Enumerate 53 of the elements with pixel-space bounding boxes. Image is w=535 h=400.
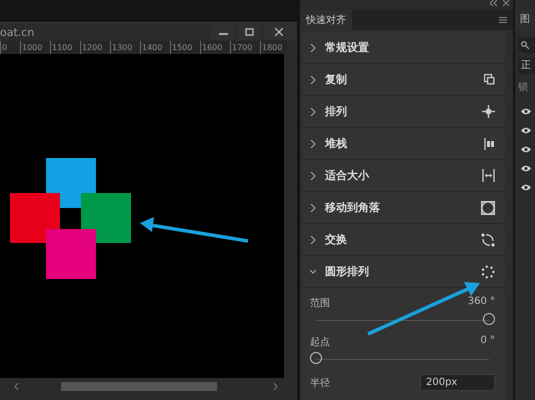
chevron-icon <box>310 236 316 244</box>
search-icon <box>521 41 529 49</box>
chevron-icon <box>310 44 316 52</box>
setting-label: 范围 <box>310 296 330 310</box>
section-header[interactable]: 移动到角落 <box>302 192 505 224</box>
setting-label: 半径 <box>310 376 330 390</box>
minimize-button[interactable] <box>211 24 235 40</box>
section-header[interactable]: 常规设置 <box>302 32 505 64</box>
stack-icon <box>484 138 495 150</box>
chevron-icon <box>310 76 316 84</box>
maximize-icon <box>244 28 254 36</box>
chevron-icon <box>310 204 316 212</box>
chevron-icon <box>310 108 316 116</box>
section-header[interactable]: 圆形排列 <box>302 256 505 288</box>
document-title: oat.cn <box>0 26 34 38</box>
swap-icon <box>481 232 495 246</box>
chevron-icon <box>310 268 316 276</box>
chevron-icon <box>310 140 316 148</box>
setting-label: 起点 <box>310 336 330 349</box>
eye-icon[interactable] <box>521 146 531 153</box>
eye-icon[interactable] <box>521 108 531 115</box>
setting-reading: 0 ° <box>480 335 495 348</box>
collapse-icon[interactable] <box>490 0 497 6</box>
blend-mode-select[interactable]: 正 <box>518 58 535 74</box>
slider-thumb[interactable] <box>310 352 322 364</box>
close-icon[interactable] <box>503 0 509 6</box>
search-field[interactable] <box>518 37 535 53</box>
crosshair-icon <box>482 105 495 118</box>
menu-icon[interactable] <box>499 17 507 23</box>
slider-thumb[interactable] <box>483 313 495 325</box>
scrollbar-thumb[interactable] <box>61 382 217 390</box>
section-header[interactable]: 复制 <box>302 64 505 96</box>
corners-icon <box>481 200 495 214</box>
maximize-button[interactable] <box>237 24 261 40</box>
scroll-right-icon[interactable] <box>273 382 278 390</box>
setting-reading: 360 ° <box>468 296 495 309</box>
copy-icon <box>484 74 495 85</box>
circle-dots-icon <box>481 264 495 278</box>
eye-icon[interactable] <box>521 165 531 172</box>
close-button[interactable] <box>263 24 295 40</box>
panel-tab[interactable]: 快速对齐 <box>300 10 352 30</box>
chevron-icon <box>310 172 316 180</box>
fit-width-icon <box>482 169 495 182</box>
radius-input[interactable]: 200px <box>420 374 495 391</box>
section-header[interactable]: 堆栈 <box>302 128 505 160</box>
eye-icon[interactable] <box>521 127 531 134</box>
close-icon <box>275 28 283 36</box>
eye-icon[interactable] <box>521 184 531 191</box>
scroll-left-icon[interactable] <box>14 382 19 390</box>
lock-label: 锁 <box>518 81 529 94</box>
section-header[interactable]: 适合大小 <box>302 160 505 192</box>
section-header[interactable]: 交换 <box>302 224 505 256</box>
section-header[interactable]: 排列 <box>302 96 505 128</box>
